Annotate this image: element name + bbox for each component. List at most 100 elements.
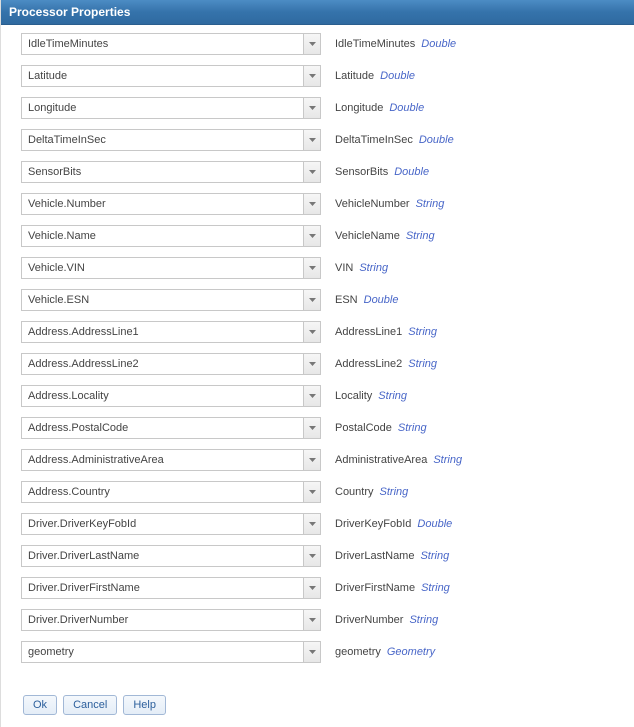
field-label: IdleTimeMinutes xyxy=(335,38,415,50)
field-input[interactable] xyxy=(21,545,321,567)
field-combo[interactable] xyxy=(21,225,321,247)
field-type: Double xyxy=(394,166,429,178)
chevron-down-icon xyxy=(309,362,316,366)
dropdown-trigger[interactable] xyxy=(303,97,321,119)
property-row: PostalCodeString xyxy=(21,417,622,439)
property-row: geometryGeometry xyxy=(21,641,622,663)
property-row: AddressLine2String xyxy=(21,353,622,375)
field-label: AddressLine1 xyxy=(335,326,402,338)
field-label: VehicleNumber xyxy=(335,198,410,210)
field-label: DriverFirstName xyxy=(335,582,415,594)
field-combo[interactable] xyxy=(21,481,321,503)
dropdown-trigger[interactable] xyxy=(303,449,321,471)
field-input[interactable] xyxy=(21,577,321,599)
property-row: AddressLine1String xyxy=(21,321,622,343)
chevron-down-icon xyxy=(309,170,316,174)
dropdown-trigger[interactable] xyxy=(303,321,321,343)
field-type: String xyxy=(378,390,407,402)
property-row: SensorBits Double xyxy=(21,161,622,183)
dropdown-trigger[interactable] xyxy=(303,289,321,311)
field-combo[interactable] xyxy=(21,193,321,215)
field-type: Double xyxy=(417,518,452,530)
dropdown-trigger[interactable] xyxy=(303,353,321,375)
ok-button[interactable]: Ok xyxy=(23,695,57,715)
field-input[interactable] xyxy=(21,225,321,247)
property-row: DriverLastNameString xyxy=(21,545,622,567)
field-combo[interactable] xyxy=(21,97,321,119)
dropdown-trigger[interactable] xyxy=(303,481,321,503)
dropdown-trigger[interactable] xyxy=(303,33,321,55)
field-input[interactable] xyxy=(21,257,321,279)
field-combo[interactable] xyxy=(21,417,321,439)
field-input[interactable] xyxy=(21,161,321,183)
chevron-down-icon xyxy=(309,490,316,494)
field-type: String xyxy=(416,198,445,210)
field-input[interactable] xyxy=(21,449,321,471)
field-combo[interactable] xyxy=(21,449,321,471)
help-button[interactable]: Help xyxy=(123,695,166,715)
field-combo[interactable] xyxy=(21,33,321,55)
processor-properties-panel: Processor Properties IdleTimeMinutes Doub… xyxy=(0,0,634,727)
field-input[interactable] xyxy=(21,321,321,343)
field-input[interactable] xyxy=(21,385,321,407)
chevron-down-icon xyxy=(309,330,316,334)
field-combo[interactable] xyxy=(21,545,321,567)
field-input[interactable] xyxy=(21,417,321,439)
field-input[interactable] xyxy=(21,609,321,631)
property-row: AdministrativeAreaString xyxy=(21,449,622,471)
field-label: Country xyxy=(335,486,374,498)
property-row: VINString xyxy=(21,257,622,279)
dropdown-trigger[interactable] xyxy=(303,545,321,567)
chevron-down-icon xyxy=(309,458,316,462)
field-combo[interactable] xyxy=(21,609,321,631)
chevron-down-icon xyxy=(309,202,316,206)
field-label: DriverLastName xyxy=(335,550,414,562)
chevron-down-icon xyxy=(309,298,316,302)
field-type: Double xyxy=(364,294,399,306)
button-bar: Ok Cancel Help xyxy=(1,687,634,727)
dropdown-trigger[interactable] xyxy=(303,161,321,183)
field-label: SensorBits xyxy=(335,166,388,178)
chevron-down-icon xyxy=(309,42,316,46)
field-combo[interactable] xyxy=(21,129,321,151)
field-input[interactable] xyxy=(21,97,321,119)
field-input[interactable] xyxy=(21,481,321,503)
field-input[interactable] xyxy=(21,33,321,55)
dropdown-trigger[interactable] xyxy=(303,225,321,247)
dropdown-trigger[interactable] xyxy=(303,65,321,87)
field-label: DriverKeyFobId xyxy=(335,518,411,530)
dropdown-trigger[interactable] xyxy=(303,257,321,279)
field-combo[interactable] xyxy=(21,257,321,279)
field-combo[interactable] xyxy=(21,513,321,535)
field-input[interactable] xyxy=(21,513,321,535)
field-label: Longitude xyxy=(335,102,383,114)
field-combo[interactable] xyxy=(21,641,321,663)
property-row: DriverFirstNameString xyxy=(21,577,622,599)
field-input[interactable] xyxy=(21,289,321,311)
dropdown-trigger[interactable] xyxy=(303,417,321,439)
dropdown-trigger[interactable] xyxy=(303,513,321,535)
dropdown-trigger[interactable] xyxy=(303,641,321,663)
field-combo[interactable] xyxy=(21,161,321,183)
field-combo[interactable] xyxy=(21,577,321,599)
panel-title: Processor Properties xyxy=(1,0,634,25)
field-combo[interactable] xyxy=(21,385,321,407)
field-input[interactable] xyxy=(21,353,321,375)
property-row: CountryString xyxy=(21,481,622,503)
field-combo[interactable] xyxy=(21,289,321,311)
chevron-down-icon xyxy=(309,74,316,78)
dropdown-trigger[interactable] xyxy=(303,577,321,599)
dropdown-trigger[interactable] xyxy=(303,385,321,407)
field-input[interactable] xyxy=(21,641,321,663)
field-input[interactable] xyxy=(21,65,321,87)
dropdown-trigger[interactable] xyxy=(303,193,321,215)
dropdown-trigger[interactable] xyxy=(303,609,321,631)
field-combo[interactable] xyxy=(21,321,321,343)
field-input[interactable] xyxy=(21,193,321,215)
field-combo[interactable] xyxy=(21,65,321,87)
field-combo[interactable] xyxy=(21,353,321,375)
field-input[interactable] xyxy=(21,129,321,151)
chevron-down-icon xyxy=(309,234,316,238)
dropdown-trigger[interactable] xyxy=(303,129,321,151)
cancel-button[interactable]: Cancel xyxy=(63,695,117,715)
